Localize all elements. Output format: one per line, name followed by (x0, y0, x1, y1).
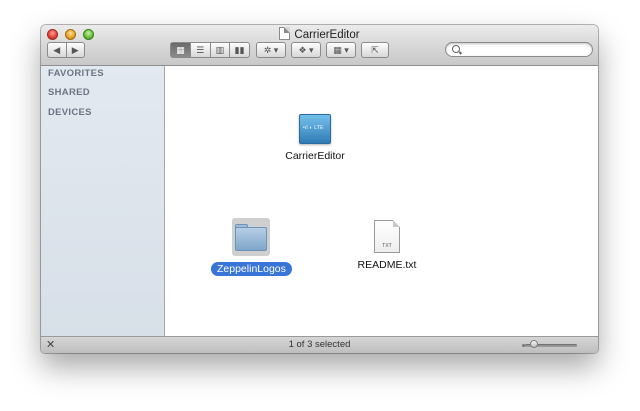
title-bar: CarrierEditor ◀ ▶ ▦ ☰ ▥ ▮▮ ✲ ▾ ❖ ▾ ▦ ▾ ⇱ (41, 25, 598, 66)
file-browser-content: •ıl ◐ LTE CarrierEditor ZeppelinLogos TX… (165, 66, 598, 336)
selection-status: 1 of 3 selected (288, 339, 351, 350)
sidebar-section-devices[interactable]: DEVICES (48, 107, 92, 118)
file-item-carriereditor[interactable]: •ıl ◐ LTE CarrierEditor (275, 114, 355, 162)
search-input[interactable] (462, 43, 586, 56)
back-forward-control: ◀ ▶ (47, 42, 85, 58)
window-title-text: CarrierEditor (294, 29, 360, 41)
folder-icon (232, 218, 270, 256)
sidebar-section-favorites[interactable]: FAVORITES (48, 68, 104, 79)
back-arrow-icon[interactable]: ◀ (48, 43, 67, 57)
icon-size-slider-knob[interactable] (530, 340, 538, 348)
gear-icon: ✲ (263, 45, 272, 55)
file-item-zeppelinlogos[interactable]: ZeppelinLogos (211, 218, 292, 277)
document-icon (279, 27, 291, 40)
share-button[interactable]: ⇱ (361, 42, 389, 58)
arrange-menu-button[interactable]: ▦ ▾ (326, 42, 356, 58)
file-label-selected: ZeppelinLogos (211, 262, 292, 276)
view-mode-control: ▦ ☰ ▥ ▮▮ (170, 42, 250, 58)
coverflow-view-icon[interactable]: ▮▮ (230, 43, 249, 57)
list-view-icon[interactable]: ☰ (191, 43, 211, 57)
icon-view-icon[interactable]: ▦ (171, 43, 191, 57)
dropbox-menu-button[interactable]: ❖ ▾ (291, 42, 321, 58)
file-item-readme[interactable]: TXT README.txt (347, 220, 427, 271)
window-title: CarrierEditor (41, 27, 598, 41)
text-file-icon: TXT (374, 220, 400, 253)
column-view-icon[interactable]: ▥ (211, 43, 231, 57)
carrier-bundle-icon: •ıl ◐ LTE (299, 114, 331, 144)
forward-arrow-icon[interactable]: ▶ (67, 43, 85, 57)
sidebar-section-shared[interactable]: SHARED (48, 87, 90, 98)
action-menu-button[interactable]: ✲ ▾ (256, 42, 286, 58)
finder-window: CarrierEditor ◀ ▶ ▦ ☰ ▥ ▮▮ ✲ ▾ ❖ ▾ ▦ ▾ ⇱ (41, 25, 598, 353)
sidebar: FAVORITES SHARED DEVICES (41, 66, 165, 336)
share-icon: ⇱ (371, 45, 379, 55)
arrange-grid-icon: ▦ (333, 45, 342, 55)
search-icon (452, 45, 460, 53)
file-label: README.txt (357, 259, 417, 271)
dropbox-icon: ❖ (298, 45, 307, 55)
file-label: CarrierEditor (285, 150, 345, 162)
txt-icon-text: TXT (382, 243, 392, 249)
status-bar: ✕ 1 of 3 selected (41, 336, 598, 353)
search-field[interactable] (445, 42, 593, 57)
carrier-icon-text: •ıl ◐ LTE (303, 125, 324, 131)
